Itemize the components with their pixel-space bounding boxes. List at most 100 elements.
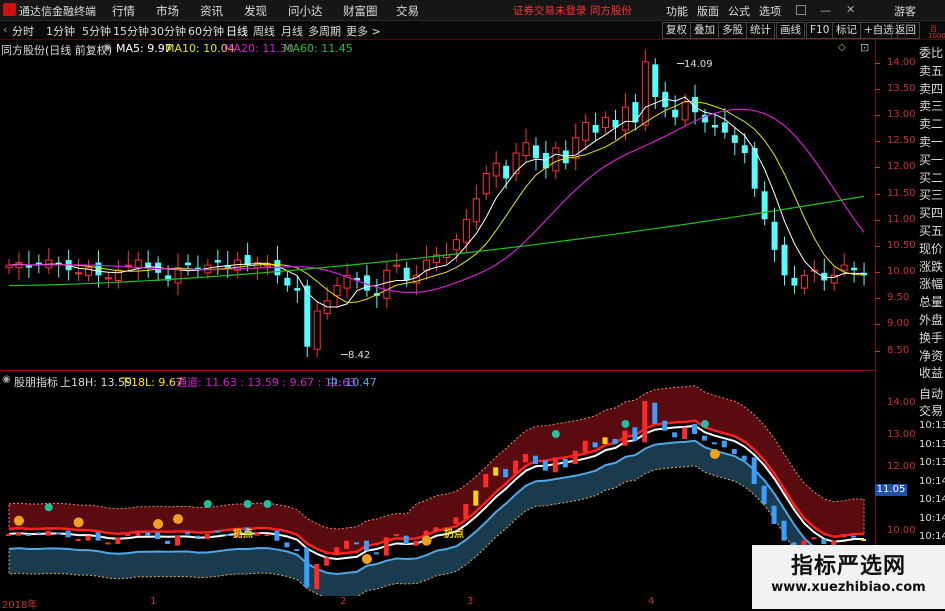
back-button[interactable]: 返回	[891, 22, 920, 39]
indicator-candle	[513, 460, 519, 474]
buy-signal-icon	[13, 515, 24, 526]
candle-body	[482, 172, 490, 195]
tab-monthly[interactable]: 月线	[281, 23, 303, 39]
candle-body	[781, 244, 788, 276]
candle-body	[791, 277, 798, 286]
indicator-candle	[145, 532, 151, 536]
tab-daily[interactable]: 日线	[226, 23, 248, 39]
sell-signal-icon	[203, 500, 212, 508]
trade-time: 10:14	[919, 494, 945, 505]
indicator-candle	[324, 557, 330, 566]
candle-body	[771, 221, 778, 250]
biaoji-button[interactable]: 标记	[832, 22, 861, 39]
close-icon[interactable]: ✕	[846, 3, 855, 16]
price-tick: 8.50	[887, 345, 910, 356]
candle-body	[532, 145, 539, 159]
indicator-candle	[622, 430, 628, 446]
huaxian-button[interactable]: 画线	[776, 22, 805, 39]
indicator-candle	[413, 540, 419, 546]
indicator-candle	[602, 437, 608, 444]
tab-multi-period[interactable]: 多周期	[308, 23, 341, 39]
auto-trade-label[interactable]: 自动	[919, 385, 943, 402]
candle-body	[264, 264, 272, 267]
menu-faxian[interactable]: 发现	[244, 3, 267, 19]
indicator-candle	[761, 485, 767, 504]
tab-fenshi[interactable]: 分时	[12, 23, 34, 39]
settings-icon[interactable]: ◉	[103, 42, 112, 53]
indicator-candle	[204, 534, 210, 539]
menu-hangqing[interactable]: 行情	[112, 3, 135, 19]
indicator-candle	[314, 564, 320, 589]
chevron-left-icon[interactable]: ‹	[3, 23, 7, 36]
indicator-candle	[115, 537, 121, 544]
price-tick: 13.00	[887, 109, 916, 120]
candle-body	[632, 102, 639, 123]
tongji-button[interactable]: 统计	[746, 22, 775, 39]
indicator-candle	[741, 455, 747, 461]
menu-shichang[interactable]: 市场	[156, 3, 179, 19]
indicator-settings-icon[interactable]: ◉	[2, 374, 11, 385]
current-value-badge: 11.05	[875, 484, 907, 496]
indicator-chart[interactable]	[0, 371, 875, 596]
indicator-candle	[214, 530, 220, 533]
menu-banmian[interactable]: 版面	[697, 3, 719, 19]
indicator-candle	[612, 439, 618, 444]
tab-15min[interactable]: 15分钟	[113, 23, 149, 39]
candle-body	[851, 267, 858, 271]
price-tick-mark	[875, 115, 880, 116]
indicator-candle	[85, 535, 91, 541]
tab-30min[interactable]: 30分钟	[150, 23, 186, 39]
quote-label: 总量	[919, 295, 944, 310]
guest-user[interactable]: 游客	[894, 3, 916, 19]
menu-jiaoyi[interactable]: 交易	[396, 3, 419, 19]
auto-trade-label[interactable]: 交易	[919, 402, 943, 419]
tab-5min[interactable]: 5分钟	[82, 23, 111, 39]
indicator-candle	[55, 532, 61, 535]
candle-body	[393, 264, 401, 267]
x-label-1: 1	[150, 596, 157, 607]
duogu-button[interactable]: 多股	[718, 22, 747, 39]
candle-body	[214, 260, 221, 263]
menu-gongshi[interactable]: 公式	[728, 3, 750, 19]
kline-chart[interactable]	[0, 40, 875, 370]
menu-xuanxiang[interactable]: 选项	[759, 3, 781, 19]
price-tick: 10.00	[887, 266, 916, 277]
candle-body	[124, 264, 132, 267]
minimize-icon[interactable]: —	[820, 4, 831, 17]
indicator-candle	[45, 530, 51, 536]
quote-label: 净资	[919, 348, 944, 363]
tab-weekly[interactable]: 周线	[253, 23, 275, 39]
candle-body	[522, 142, 530, 157]
candle-body	[741, 145, 748, 154]
menu-gongneng[interactable]: 功能	[666, 3, 688, 19]
restore-icon[interactable]	[796, 5, 806, 15]
date-axis: 2018年 1 2 3 4	[0, 596, 875, 611]
x-label-4: 4	[648, 596, 655, 607]
diejia-button[interactable]: 叠加	[690, 22, 719, 39]
ma60-line	[8, 195, 865, 287]
indicator-candle	[393, 534, 399, 536]
indicator-candle	[503, 469, 509, 478]
price-tick-mark	[875, 89, 880, 90]
fuquan-button[interactable]: 复权	[662, 22, 691, 39]
candle-body	[134, 259, 142, 269]
indicator-down: 下18L: 9.67	[120, 376, 183, 389]
menu-caifuquan[interactable]: 财富圈	[343, 3, 378, 19]
tab-1min[interactable]: 1分钟	[46, 23, 75, 39]
candle-body	[75, 272, 83, 275]
candle-body	[641, 61, 649, 126]
collapse-icon[interactable]: ⊡	[860, 41, 869, 54]
menu-wenxiaoda[interactable]: 问小达	[288, 3, 323, 19]
buy-signal-icon	[153, 519, 164, 529]
tab-more[interactable]: 更多 >	[346, 23, 381, 39]
menu-zixun[interactable]: 资讯	[200, 3, 223, 19]
app-logo-icon	[3, 3, 16, 16]
indicator-candle	[493, 467, 499, 476]
price-tick: 14.00	[887, 57, 916, 68]
tab-60min[interactable]: 60分钟	[188, 23, 224, 39]
diamond-icon[interactable]: ◇	[838, 42, 846, 53]
f10-button[interactable]: F10	[806, 22, 834, 39]
candle-body	[731, 135, 738, 143]
trade-time: 10:13	[919, 457, 945, 468]
indicator-candle	[35, 532, 41, 535]
